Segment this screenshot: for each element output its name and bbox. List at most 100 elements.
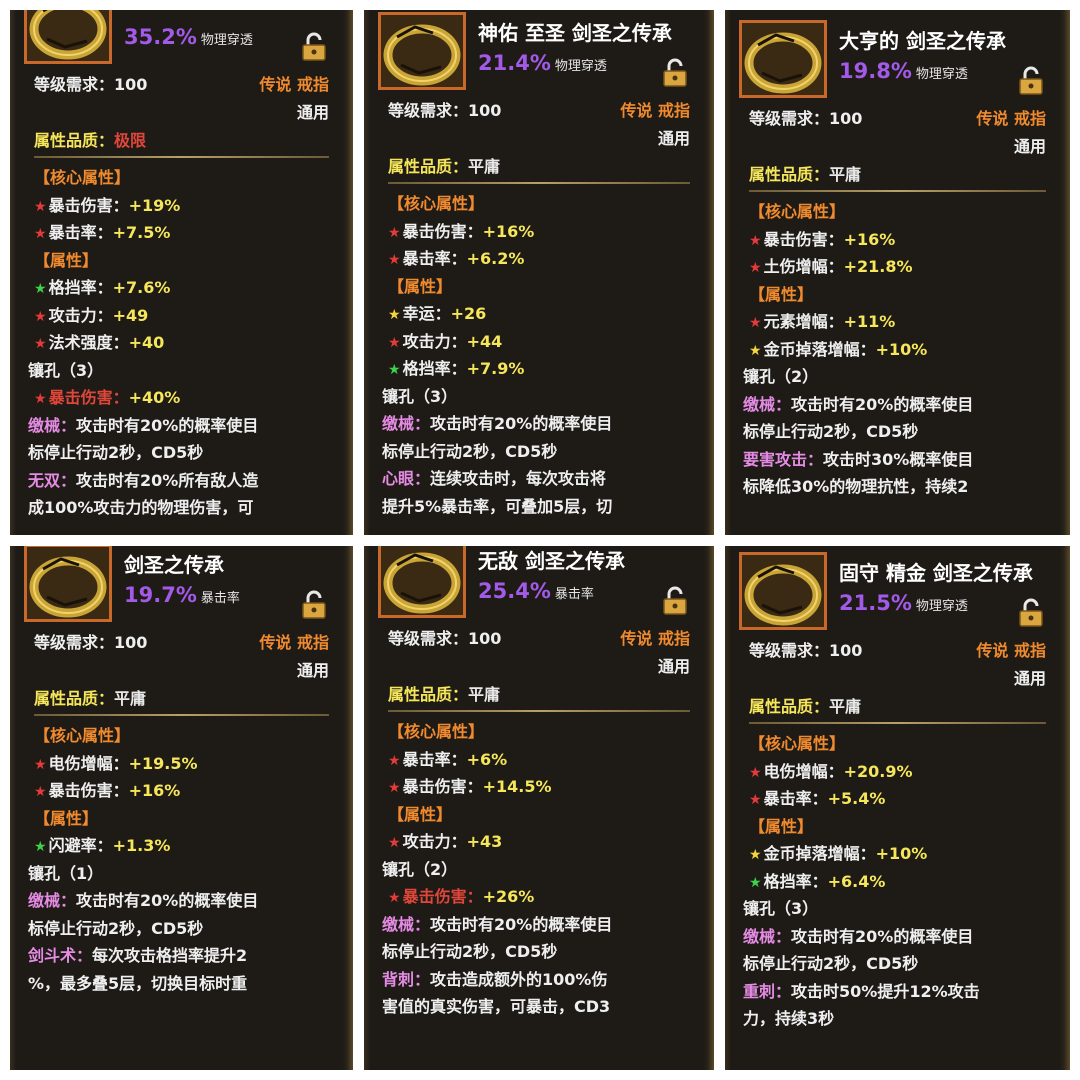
star-icon: ★ — [34, 784, 47, 800]
stat-name: 暴击率： — [763, 789, 828, 808]
stat-name: 暴击伤害： — [763, 229, 844, 249]
stat-name: 电伤增幅： — [48, 753, 129, 773]
stat-name: 暴击伤害： — [402, 221, 483, 241]
stat-value: +6% — [466, 749, 508, 769]
star-icon: ★ — [388, 890, 401, 906]
stat-row: ★ 闪避率：+1.3% — [34, 832, 170, 856]
skill-desc: 攻击时50%提升12%攻击 — [791, 981, 980, 1001]
level-label: 等级需求： — [388, 101, 469, 120]
skill-line: 无双：攻击时有20%所有敌人造 — [28, 467, 258, 491]
lock-icon[interactable] — [301, 32, 327, 62]
skill-name: 缴械： — [28, 415, 77, 435]
level-requirement: 等级需求：100 — [749, 105, 862, 129]
star-icon: ★ — [388, 224, 401, 241]
item-card[interactable]: 无敌 剑圣之传承 25.4% 暴击率 等级需求：100 传说 戒指 通用 属性品质：平庸 【核… — [364, 546, 714, 1070]
stat-value: +26 — [450, 304, 487, 323]
skill-desc: 每次攻击格挡率提升2 — [92, 946, 248, 965]
level-value: 100 — [468, 629, 502, 648]
class-restriction: 通用 — [657, 657, 690, 676]
skill-name: 背刺： — [382, 969, 431, 989]
stat-row: ★ 金币掉落增幅：+10% — [749, 840, 927, 864]
stat-name: 格挡率： — [48, 278, 113, 297]
item-card[interactable]: 大亨的 剑圣之传承 19.8% 物理穿透 等级需求：100 传说 戒指 通用 属性品质：平庸… — [725, 10, 1070, 535]
stat-value: +10% — [875, 339, 928, 359]
skill-desc-cont: 力，持续3秒 — [743, 1009, 835, 1028]
skill-desc-cont: %，最多叠5层，切换目标时重 — [28, 973, 248, 993]
stat-value: +6.4% — [827, 871, 886, 891]
quality-value: 平庸 — [468, 685, 501, 704]
stat-name: 闪避率： — [48, 836, 113, 855]
lock-icon[interactable] — [1018, 66, 1044, 96]
skill-line: 缴械：攻击时有20%的概率使目 — [28, 412, 258, 436]
star-icon: ★ — [34, 308, 47, 325]
stat-name: 格挡率： — [763, 871, 828, 891]
stat-value: +16% — [128, 781, 181, 800]
class-restriction: 通用 — [1013, 137, 1046, 156]
lock-icon[interactable] — [662, 58, 688, 88]
star-icon: ★ — [34, 226, 47, 242]
stat-value: +11% — [843, 312, 896, 331]
stat-row: ★ 格挡率：+6.4% — [749, 868, 885, 892]
quality-label: 属性品质： — [34, 131, 115, 150]
lock-icon[interactable] — [662, 586, 688, 616]
skill-desc: 攻击时30%概率使目 — [823, 449, 974, 469]
star-icon: ★ — [749, 315, 762, 331]
level-value: 100 — [114, 75, 148, 94]
star-icon: ★ — [388, 334, 401, 351]
stat-row: ★ 暴击伤害：+16% — [34, 777, 180, 801]
primary-stat-label: 物理穿透 — [915, 67, 968, 82]
skill-desc: 攻击时有20%的概率使目 — [791, 394, 974, 414]
star-icon: ★ — [34, 281, 47, 297]
section-header: 【核心属性】 — [34, 168, 131, 187]
stat-row: ★ 暴击率：+6% — [388, 746, 507, 770]
primary-stat-label: 暴击率 — [554, 587, 594, 602]
stat-name: 格挡率： — [402, 359, 467, 378]
ring-item-icon — [739, 552, 827, 630]
stat-row: ★ 暴击率：+6.2% — [388, 245, 524, 269]
skill-line: 重刺：攻击时50%提升12%攻击 — [743, 978, 980, 1002]
skill-line: 剑斗术：每次攻击格挡率提升2 — [28, 942, 247, 966]
stat-name: 金币掉落增幅： — [763, 844, 876, 863]
lock-icon[interactable] — [301, 590, 327, 620]
stat-name: 暴击率： — [402, 249, 467, 268]
quality-value: 极限 — [114, 131, 147, 150]
section-header: 【核心属性】 — [388, 194, 485, 213]
primary-stat: 21.5% 物理穿透 — [839, 591, 968, 615]
item-title: 大亨的 剑圣之传承 — [839, 29, 1006, 53]
section-header: 【属性】 — [34, 250, 99, 270]
item-card[interactable]: 固守 精金 剑圣之传承 21.5% 物理穿透 等级需求：100 传说 戒指 通用 属性品质：… — [725, 546, 1070, 1070]
skill-desc-cont: 标停止行动2秒，CD5秒 — [382, 942, 558, 961]
primary-stat-value: 19.7% — [124, 583, 197, 607]
level-value: 100 — [468, 101, 502, 120]
stat-name: 电伤增幅： — [763, 761, 844, 781]
stat-row: ★ 暴击伤害：+14.5% — [388, 773, 552, 797]
divider — [388, 182, 690, 184]
quality-value: 平庸 — [829, 697, 862, 716]
lock-icon[interactable] — [1018, 598, 1044, 628]
star-icon: ★ — [34, 391, 47, 407]
skill-name: 缴械： — [743, 926, 792, 946]
class-restriction: 通用 — [296, 103, 329, 122]
level-label: 等级需求： — [34, 75, 115, 94]
stat-value: +7.6% — [112, 278, 171, 297]
item-card[interactable]: 剑圣之传承 19.7% 暴击率 等级需求：100 传说 戒指 通用 属性品质：平庸 【核心属性… — [10, 546, 353, 1070]
star-icon: ★ — [749, 232, 762, 249]
item-card[interactable]: 神佑 至圣 剑圣之传承 21.4% 物理穿透 等级需求：100 传说 戒指 通用 属性品质：… — [364, 10, 714, 535]
skill-desc-cont: 标停止行动2秒，CD5秒 — [743, 422, 919, 441]
stat-row: ★ 暴击率：+7.5% — [34, 219, 170, 243]
stat-name: 暴击率： — [48, 223, 113, 242]
level-requirement: 等级需求：100 — [34, 71, 147, 95]
primary-stat-value: 35.2% — [124, 25, 197, 49]
section-header: 【核心属性】 — [749, 202, 846, 221]
rarity-type: 传说 戒指 — [976, 109, 1046, 128]
stat-name: 暴击伤害： — [48, 388, 129, 407]
stat-row: ★ 暴击伤害：+40% — [34, 384, 180, 408]
section-header: 【属性】 — [749, 816, 814, 836]
primary-stat-value: 21.5% — [839, 591, 912, 615]
skill-desc-cont: 标停止行动2秒，CD5秒 — [382, 441, 558, 461]
primary-stat: 19.7% 暴击率 — [124, 583, 240, 607]
stat-value: +43 — [466, 832, 503, 851]
item-card[interactable]: 35.2% 物理穿透 等级需求：100 传说 戒指 通用 属性品质：极限 【核心属性】 ★ 暴击… — [10, 10, 353, 535]
stat-row: ★ 暴击率：+5.4% — [749, 785, 885, 809]
skill-desc: 连续攻击时，每次攻击将 — [430, 469, 607, 488]
